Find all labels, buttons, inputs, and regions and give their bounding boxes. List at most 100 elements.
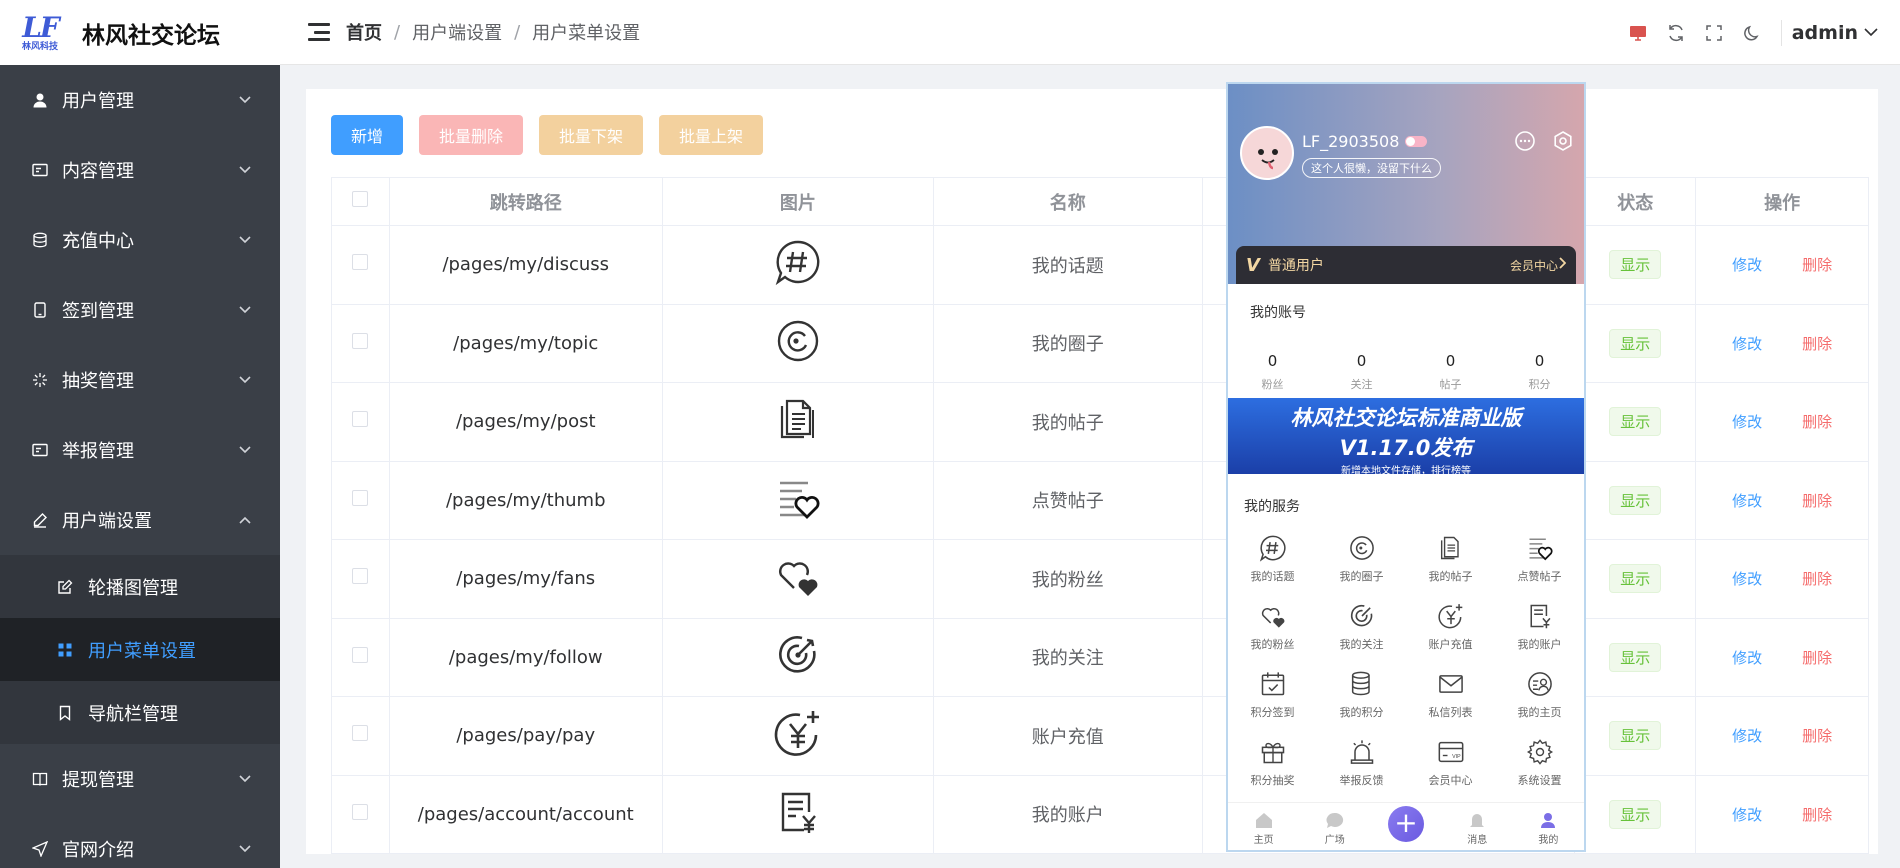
- delete-link[interactable]: 删除: [1802, 492, 1832, 510]
- sidebar-item-content-management[interactable]: 内容管理: [0, 135, 280, 205]
- delete-link[interactable]: 删除: [1802, 727, 1832, 745]
- edit-link[interactable]: 修改: [1732, 335, 1762, 353]
- service-item[interactable]: 举报反馈: [1317, 736, 1406, 788]
- person-list-icon: [1495, 668, 1584, 700]
- service-item[interactable]: 我的关注: [1317, 600, 1406, 652]
- service-item[interactable]: 我的账户: [1495, 600, 1584, 652]
- edit-link[interactable]: 修改: [1732, 806, 1762, 824]
- service-item[interactable]: 积分抽奖: [1228, 736, 1317, 788]
- select-all-checkbox[interactable]: [352, 191, 369, 207]
- stat-posts[interactable]: 0 帖子: [1406, 352, 1495, 392]
- sidebar-item-label: 签到管理: [62, 301, 134, 322]
- service-item[interactable]: 系统设置: [1495, 736, 1584, 788]
- row-checkbox[interactable]: [352, 254, 369, 271]
- service-item[interactable]: 我的圈子: [1317, 532, 1406, 584]
- service-item[interactable]: VIP 会员中心: [1406, 736, 1495, 788]
- service-item[interactable]: 我的主页: [1495, 668, 1584, 720]
- delete-link[interactable]: 删除: [1802, 806, 1832, 824]
- edit-link[interactable]: 修改: [1732, 256, 1762, 274]
- refresh-icon[interactable]: [1657, 14, 1695, 52]
- chevron-down-icon[interactable]: [1864, 28, 1888, 37]
- brand-title: 林风社交论坛: [82, 22, 220, 49]
- edit-link[interactable]: 修改: [1732, 649, 1762, 667]
- tab-publish[interactable]: +: [1370, 803, 1441, 850]
- avatar[interactable]: [1240, 126, 1294, 180]
- user-name[interactable]: admin: [1792, 22, 1858, 44]
- stat-value: 0: [1534, 352, 1545, 370]
- delete-link[interactable]: 删除: [1802, 256, 1832, 274]
- path-cell: /pages/my/topic: [388, 303, 663, 383]
- service-item[interactable]: 账户充值: [1406, 600, 1495, 652]
- services-grid: 我的话题 我的圈子 我的帖子 点赞帖子 我的粉丝 我的关注 账户充值 我的账户 …: [1228, 532, 1584, 788]
- tab-messages[interactable]: 消息: [1442, 803, 1513, 850]
- row-checkbox-cell: [331, 460, 390, 540]
- chevron-down-icon: [232, 842, 258, 856]
- tab-mine[interactable]: 我的: [1513, 803, 1584, 850]
- row-checkbox[interactable]: [352, 332, 369, 349]
- edit-link[interactable]: 修改: [1732, 492, 1762, 510]
- breadcrumb-home[interactable]: 首页: [346, 19, 382, 45]
- edit-link[interactable]: 修改: [1732, 727, 1762, 745]
- monitor-icon[interactable]: [1619, 14, 1657, 52]
- row-checkbox[interactable]: [352, 411, 369, 428]
- service-item[interactable]: 我的帖子: [1406, 532, 1495, 584]
- submenu-item-user-menu[interactable]: 用户菜单设置: [0, 618, 280, 681]
- edit-link[interactable]: 修改: [1732, 570, 1762, 588]
- service-label: 积分签到: [1250, 706, 1295, 719]
- stat-points[interactable]: 0 积分: [1495, 352, 1584, 392]
- sidebar-item-site-intro[interactable]: 官网介绍: [0, 814, 280, 868]
- list-heart-icon: [774, 481, 822, 527]
- row-checkbox[interactable]: [352, 803, 369, 820]
- menu-toggle-icon[interactable]: [308, 23, 330, 41]
- service-item[interactable]: 我的积分: [1317, 668, 1406, 720]
- service-item[interactable]: 我的粉丝: [1228, 600, 1317, 652]
- submenu-item-carousel[interactable]: 轮播图管理: [0, 555, 280, 618]
- vip-center-link[interactable]: 会员中心: [1510, 257, 1558, 274]
- sidebar-item-report-management[interactable]: 举报管理: [0, 415, 280, 485]
- settings-icon[interactable]: [1552, 130, 1574, 156]
- sidebar-item-recharge-center[interactable]: 充值中心: [0, 205, 280, 275]
- batch-unpublish-button[interactable]: 批量下架: [539, 115, 644, 155]
- chat-bubble-icon[interactable]: [1514, 130, 1536, 156]
- batch-publish-button[interactable]: 批量上架: [659, 115, 764, 155]
- row-checkbox[interactable]: [352, 489, 369, 506]
- stat-fans[interactable]: 0 粉丝: [1228, 352, 1317, 392]
- tab-square[interactable]: 广场: [1299, 803, 1370, 850]
- delete-link[interactable]: 删除: [1802, 413, 1832, 431]
- row-checkbox[interactable]: [352, 646, 369, 663]
- promo-banner[interactable]: 林风社交论坛标准商业版 V1.17.0发布 新增本地文件存储，排行榜等: [1228, 398, 1584, 477]
- table-row: /pages/my/post 我的帖子 显示 修改 删除: [331, 382, 1869, 462]
- service-item[interactable]: 我的话题: [1228, 532, 1317, 584]
- sidebar-item-user-management[interactable]: 用户管理: [0, 65, 280, 135]
- service-item[interactable]: 点赞帖子: [1495, 532, 1584, 584]
- account-stats: 0 粉丝 0 关注 0 帖子 0 积分: [1228, 352, 1584, 392]
- delete-link[interactable]: 删除: [1802, 570, 1832, 588]
- vip-bar[interactable]: V 普通用户 会员中心: [1236, 246, 1576, 284]
- banner-line-3: 新增本地文件存储，排行榜等: [1341, 466, 1471, 477]
- delete-link[interactable]: 删除: [1802, 649, 1832, 667]
- delete-link[interactable]: 删除: [1802, 335, 1832, 353]
- add-button[interactable]: 新增: [331, 115, 404, 155]
- service-label: 私信列表: [1428, 706, 1473, 719]
- sidebar-item-client-settings[interactable]: 用户端设置: [0, 485, 280, 555]
- status-badge: 显示: [1609, 799, 1662, 829]
- fullscreen-icon[interactable]: [1695, 14, 1733, 52]
- submenu-item-navbar[interactable]: 导航栏管理: [0, 681, 280, 744]
- sidebar-item-withdraw-management[interactable]: 提现管理: [0, 744, 280, 814]
- profile-actions: [1514, 130, 1574, 156]
- edit-link[interactable]: 修改: [1732, 413, 1762, 431]
- path-cell: /pages/my/discuss: [388, 225, 663, 305]
- row-checkbox[interactable]: [352, 568, 369, 585]
- service-item[interactable]: 私信列表: [1406, 668, 1495, 720]
- row-checkbox[interactable]: [352, 725, 369, 742]
- tab-label: 消息: [1467, 835, 1488, 846]
- sidebar-item-lottery-management[interactable]: 抽奖管理: [0, 345, 280, 415]
- sidebar-item-checkin-management[interactable]: 签到管理: [0, 275, 280, 345]
- service-item[interactable]: 积分签到: [1228, 668, 1317, 720]
- service-label: 会员中心: [1428, 774, 1473, 787]
- stat-follow[interactable]: 0 关注: [1317, 352, 1406, 392]
- batch-delete-button[interactable]: 批量删除: [419, 115, 524, 155]
- gear-icon: [1495, 736, 1584, 768]
- tab-home[interactable]: 主页: [1228, 803, 1299, 850]
- moon-icon[interactable]: [1733, 14, 1771, 52]
